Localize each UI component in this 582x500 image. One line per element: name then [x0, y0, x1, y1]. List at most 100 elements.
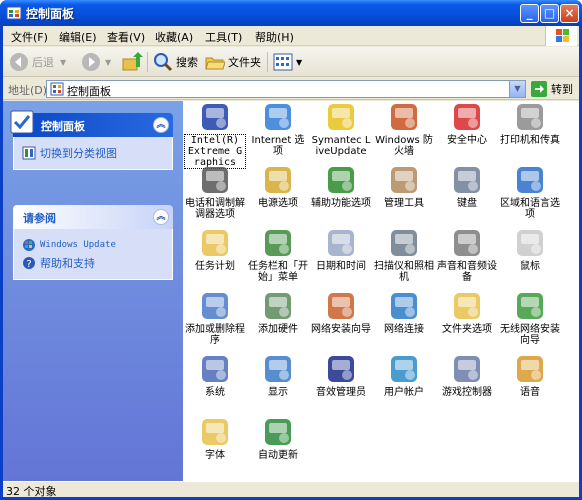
firewall-icon	[388, 101, 420, 133]
menu-favorites[interactable]: 收藏(A)	[155, 29, 193, 45]
power-options-icon	[262, 164, 294, 196]
menu-file[interactable]: 文件(F)	[11, 29, 48, 45]
control-panel-item[interactable]: 添加或删除程序	[185, 290, 245, 346]
control-panel-item[interactable]: 显示	[248, 353, 308, 398]
control-panel-item[interactable]: 区域和语言选项	[500, 164, 560, 220]
control-panel-item[interactable]: Internet 选项	[248, 101, 308, 157]
wireless-icon	[514, 290, 546, 322]
collapse-chevron-icon[interactable]: ︽	[153, 117, 169, 133]
menu-help[interactable]: 帮助(H)	[255, 29, 294, 45]
control-panel-item[interactable]: 任务计划	[185, 227, 245, 272]
item-label: 任务计划	[195, 261, 235, 272]
control-panel-item[interactable]: 电话和调制解调器选项	[185, 164, 245, 220]
folders-button[interactable]: 文件夹	[205, 51, 261, 73]
control-panel-item[interactable]: 网络连接	[374, 290, 434, 335]
scheduled-tasks-icon	[199, 227, 231, 259]
add-hardware-icon	[262, 290, 294, 322]
panel-header[interactable]: 控制面板 ︽	[10, 110, 173, 137]
control-panel-item[interactable]: 音效管理员	[311, 353, 371, 398]
maximize-button[interactable]: □	[540, 4, 559, 23]
forward-button[interactable]: ▼	[81, 51, 111, 73]
back-arrow-icon	[10, 53, 28, 71]
client-area: 文件(F) 编辑(E) 查看(V) 收藏(A) 工具(T) 帮助(H) 后退 ▼	[3, 26, 579, 498]
task-pane: 控制面板 ︽ 切换到分类视图 请参阅 ︽ Windows Update ? 帮助…	[3, 101, 183, 481]
control-panel-item[interactable]: 电源选项	[248, 164, 308, 209]
go-button[interactable]: 转到	[531, 81, 573, 97]
network-connections-icon	[388, 290, 420, 322]
address-dropdown-icon[interactable]: ▼	[509, 81, 525, 97]
item-label: 音效管理员	[316, 387, 366, 398]
views-dropdown-icon[interactable]: ▼	[296, 58, 302, 67]
control-panel-item[interactable]: Intel(R) Extreme Graphics	[184, 101, 246, 169]
fonts-icon	[199, 416, 231, 448]
control-panel-item[interactable]: 添加硬件	[248, 290, 308, 335]
item-label: 文件夹选项	[442, 324, 492, 335]
menu-tools[interactable]: 工具(T)	[205, 29, 242, 45]
item-label: Internet 选项	[251, 135, 305, 157]
minimize-button[interactable]: _	[520, 4, 539, 23]
category-view-icon	[22, 146, 36, 160]
title-bar[interactable]: 控制面板 _ □ ×	[0, 0, 582, 26]
window: 控制面板 _ □ × 文件(F) 编辑(E) 查看(V) 收藏(A) 工具(T)…	[0, 0, 582, 500]
control-panel-item[interactable]: 无线网络安装向导	[500, 290, 560, 346]
item-label: Symantec LiveUpdate	[311, 135, 371, 157]
item-label: 显示	[268, 387, 288, 398]
control-panel-item[interactable]: Windows 防火墙	[374, 101, 434, 157]
item-label: 无线网络安装向导	[500, 324, 560, 346]
keyboard-icon	[451, 164, 483, 196]
item-label: 辅助功能选项	[311, 198, 371, 209]
sound-icon	[451, 227, 483, 259]
control-panel-item[interactable]: 扫描仪和照相机	[374, 227, 434, 283]
back-button[interactable]: 后退 ▼	[9, 51, 66, 73]
search-icon	[154, 53, 173, 72]
control-panel-item[interactable]: 日期和时间	[311, 227, 371, 272]
views-button[interactable]: ▼	[273, 51, 302, 73]
control-panel-item[interactable]: 网络安装向导	[311, 290, 371, 335]
control-panel-item[interactable]: 安全中心	[437, 101, 497, 146]
control-panel-item[interactable]: 管理工具	[374, 164, 434, 209]
back-dropdown-icon[interactable]: ▼	[60, 58, 66, 67]
control-panel-item[interactable]: 辅助功能选项	[311, 164, 371, 209]
control-panel-item[interactable]: 键盘	[437, 164, 497, 209]
up-button[interactable]	[121, 51, 143, 73]
forward-dropdown-icon[interactable]: ▼	[105, 58, 111, 67]
close-button[interactable]: ×	[560, 4, 579, 23]
address-input[interactable]: 控制面板 ▼	[46, 80, 526, 98]
control-panel-item[interactable]: 游戏控制器	[437, 353, 497, 398]
help-support-link[interactable]: ? 帮助和支持	[22, 255, 164, 271]
control-panel-item[interactable]: 语音	[500, 353, 560, 398]
user-accounts-icon	[388, 353, 420, 385]
collapse-chevron-icon[interactable]: ︽	[153, 209, 169, 225]
phone-modem-icon	[199, 164, 231, 196]
control-panel-item[interactable]: 任务栏和「开始」菜单	[248, 227, 308, 283]
windows-update-link[interactable]: Windows Update	[22, 237, 164, 253]
control-panel-item[interactable]: 打印机和传真	[500, 101, 560, 146]
menu-bar: 文件(F) 编辑(E) 查看(V) 收藏(A) 工具(T) 帮助(H)	[3, 26, 579, 46]
date-time-icon	[325, 227, 357, 259]
display-icon	[262, 353, 294, 385]
control-panel-item[interactable]: 系统	[185, 353, 245, 398]
panel-header[interactable]: 请参阅 ︽	[13, 205, 173, 229]
item-label: 声音和音频设备	[437, 261, 497, 283]
game-controller-icon	[451, 353, 483, 385]
taskbar-icon	[262, 227, 294, 259]
search-button[interactable]: 搜索	[153, 51, 198, 73]
menu-view[interactable]: 查看(V)	[107, 29, 145, 45]
control-panel-item[interactable]: 鼠标	[500, 227, 560, 272]
folder-up-icon	[122, 52, 143, 71]
security-center-icon	[451, 101, 483, 133]
item-label: 添加硬件	[258, 324, 298, 335]
item-label: 游戏控制器	[442, 387, 492, 398]
control-panel-item[interactable]: 自动更新	[248, 416, 308, 461]
control-panel-icon	[6, 6, 22, 20]
control-panel-item[interactable]: Symantec LiveUpdate	[311, 101, 371, 157]
system-icon	[199, 353, 231, 385]
item-label: 任务栏和「开始」菜单	[248, 261, 308, 283]
control-panel-item[interactable]: 声音和音频设备	[437, 227, 497, 283]
control-panel-item[interactable]: 字体	[185, 416, 245, 461]
item-label: 用户帐户	[384, 387, 424, 398]
control-panel-item[interactable]: 用户帐户	[374, 353, 434, 398]
control-panel-item[interactable]: 文件夹选项	[437, 290, 497, 335]
switch-category-view-link[interactable]: 切换到分类视图	[22, 145, 164, 161]
menu-edit[interactable]: 编辑(E)	[59, 29, 97, 45]
